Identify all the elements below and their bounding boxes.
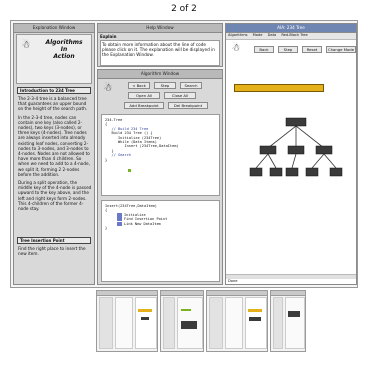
- tree-reset-button[interactable]: Reset: [302, 46, 322, 53]
- expand-icon[interactable]: [117, 213, 122, 218]
- explanation-window: Explanation Window ☃ Algorithms In Actio…: [13, 23, 95, 285]
- del-breakpoint-button[interactable]: Del Breakpoint: [168, 102, 208, 109]
- tree-leaf-node: [285, 167, 299, 177]
- code-panel: 234-Tree { // Build 234 Tree Build 234 T…: [101, 114, 220, 196]
- main-screenshot: Explanation Window ☃ Algorithms In Actio…: [10, 20, 358, 288]
- stick-figure-icon: ☃: [103, 83, 113, 94]
- menu-mode[interactable]: Mode: [253, 33, 263, 37]
- menu-data[interactable]: Data: [268, 33, 277, 37]
- tree-diagram: [249, 117, 343, 177]
- breakpoint-marker: [128, 169, 131, 172]
- page-indicator: 2 of 2: [171, 4, 197, 14]
- explanation-window-title: Explanation Window: [14, 24, 94, 33]
- data-array: 123456789101112131415: [234, 84, 324, 92]
- insertion-paragraph: Find the right place to insert the new i…: [18, 246, 86, 257]
- tree-node: [259, 145, 277, 155]
- help-window: Help Window Explain To obtain more infor…: [97, 23, 223, 67]
- thumbnail-1[interactable]: [96, 290, 158, 352]
- insert-panel: Insert(234Tree,DataItem) { Initialize Fi…: [101, 200, 220, 282]
- logo-line-2: In: [60, 46, 68, 53]
- tree-step-button[interactable]: Step: [278, 46, 298, 53]
- intro-paragraph-2: In the 2-3-4 tree, nodes can contain one…: [18, 114, 90, 177]
- expand-icon[interactable]: [117, 217, 122, 222]
- status-bar: Done: [228, 279, 238, 283]
- help-text: To obtain more information about the lin…: [100, 40, 220, 66]
- thumbnail-4[interactable]: [270, 290, 306, 352]
- insert-line[interactable]: }: [105, 226, 216, 230]
- section-intro-header[interactable]: Introduction to 234 Tree: [17, 87, 91, 94]
- logo-line-3: Action: [53, 53, 75, 60]
- tree-node: [287, 145, 305, 155]
- tree-leaf-node: [249, 167, 263, 177]
- tree-window-title: AIA: 234 Tree: [226, 24, 356, 33]
- insert-line[interactable]: Link New DataItem: [124, 222, 161, 226]
- back-button[interactable]: < Back: [128, 82, 150, 89]
- horizontal-scrollbar[interactable]: [226, 274, 356, 279]
- tree-leaf-node: [269, 167, 283, 177]
- add-breakpoint-button[interactable]: Add Breakpoint: [124, 102, 164, 109]
- help-tab-explain[interactable]: Explain: [100, 34, 116, 39]
- search-button[interactable]: Search: [180, 82, 202, 89]
- menu-algorithms[interactable]: Algorithms: [228, 33, 247, 37]
- menu-bar: Algorithms Mode Data Red-Black Tree: [226, 33, 356, 40]
- tree-leaf-node: [305, 167, 319, 177]
- logo-line-1: Algorithms: [45, 39, 83, 46]
- stick-figure-icon: ☃: [231, 43, 241, 54]
- tree-window: AIA: 234 Tree Algorithms Mode Data Red-B…: [225, 23, 357, 285]
- tree-leaf-node: [329, 167, 343, 177]
- logo-area: ☃ Algorithms In Action: [16, 34, 92, 84]
- expand-icon[interactable]: [117, 221, 122, 226]
- tree-node: [315, 145, 333, 155]
- algorithm-window-title: Algorithm Window: [98, 70, 222, 79]
- menu-red-black-tree[interactable]: Red-Black Tree: [281, 33, 307, 37]
- tree-back-button[interactable]: Back: [254, 46, 274, 53]
- open-all-button[interactable]: Open All: [128, 92, 160, 99]
- tree-root-node: [285, 117, 307, 127]
- section-insertion-header[interactable]: Tree Insertion Point: [17, 237, 91, 244]
- stick-figure-icon: ☃: [21, 40, 31, 51]
- close-all-button[interactable]: Close All: [164, 92, 196, 99]
- step-button[interactable]: Step: [154, 82, 176, 89]
- change-mode-button[interactable]: Change Mode: [326, 46, 356, 53]
- code-line[interactable]: }: [105, 158, 216, 162]
- intro-paragraph-3: During a split operation, the middle key…: [18, 180, 92, 212]
- thumbnail-2[interactable]: [160, 290, 204, 352]
- algorithm-window: Algorithm Window ☃ < Back Step Search Op…: [97, 69, 223, 285]
- thumbnail-3[interactable]: [206, 290, 268, 352]
- help-window-title: Help Window: [98, 24, 222, 33]
- intro-paragraph-1: The 2-3-4 tree is a balanced tree that g…: [18, 96, 88, 112]
